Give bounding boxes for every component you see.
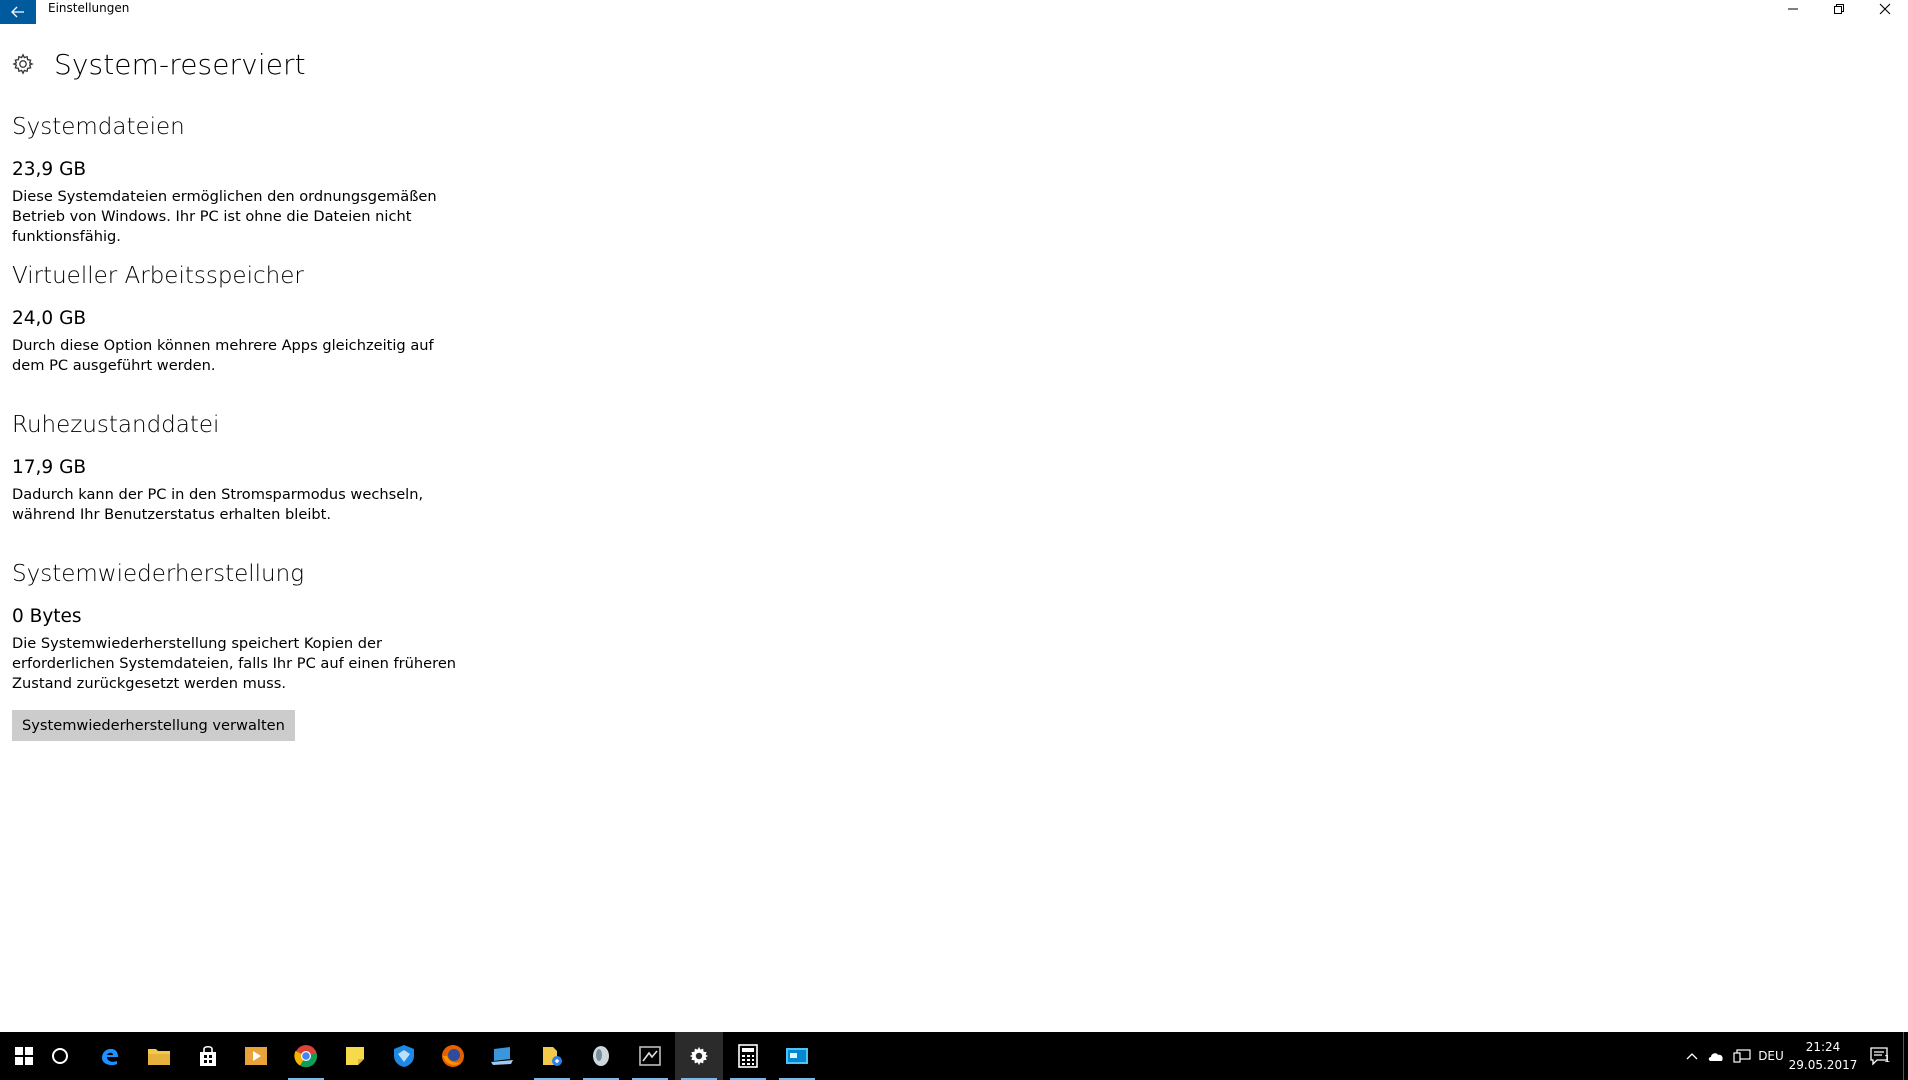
taskbar-laptop-app[interactable] [478,1032,526,1080]
taskbar-calculator[interactable] [724,1032,772,1080]
taskbar-store[interactable] [184,1032,232,1080]
taskbar-firefox[interactable] [429,1032,477,1080]
back-arrow-icon [11,6,24,18]
settings-icon [689,1046,709,1066]
language-indicator: DEU [1758,1049,1784,1063]
section-size: 17,9 GB [12,457,87,478]
remote-desktop-icon [786,1048,808,1064]
store-bag-icon [200,1045,216,1066]
restore-button[interactable] [1816,0,1862,18]
taskbar-file-app[interactable] [528,1032,576,1080]
title-bar: Einstellungen [0,0,1908,24]
chevron-up-icon [1686,1053,1698,1060]
notification-count: 1 [1884,1054,1891,1065]
section-size: 23,9 GB [12,159,87,180]
clock-date: 29.05.2017 [1788,1058,1858,1072]
chrome-icon [294,1045,318,1068]
file-app-icon [543,1047,562,1066]
section-size: 0 Bytes [12,606,82,627]
section-virtual-memory: Virtueller Arbeitsspeicher 24,0 GB Durch… [12,260,472,376]
taskbar-sticky-notes[interactable] [331,1032,379,1080]
taskbar-explorer[interactable] [135,1032,183,1080]
firefox-icon [442,1045,464,1067]
restore-icon [1834,4,1844,14]
cloud-icon [1708,1053,1723,1061]
gear-icon [12,53,34,75]
taskbar-shield-app[interactable] [380,1032,428,1080]
action-center-button[interactable]: 1 [1862,1032,1898,1080]
cortana-button[interactable] [36,1032,84,1080]
network-icon [1733,1049,1751,1063]
section-description: Diese Systemdateien ermöglichen den ordn… [12,188,437,245]
page-title: System-reserviert [54,47,306,81]
tray-onedrive[interactable] [1704,1032,1728,1080]
app-title: Einstellungen [48,1,130,15]
media-player-icon [245,1047,267,1065]
taskbar-window-app[interactable] [626,1032,674,1080]
taskbar-remote-desktop[interactable] [773,1032,821,1080]
section-size: 24,0 GB [12,308,87,329]
taskbar: DEU 21:24 29.05.2017 1 [0,1032,1908,1080]
section-title: Systemwiederherstellung [12,561,304,587]
section-hibernation-file: Ruhezustanddatei 17,9 GB Dadurch kann de… [12,409,472,525]
taskbar-edge[interactable] [86,1032,134,1080]
show-hidden-icons-button[interactable] [1682,1032,1702,1080]
section-title: Virtueller Arbeitsspeicher [12,263,304,289]
search-circle-icon [52,1048,68,1064]
window-app-icon [639,1046,661,1066]
windows-logo-icon [15,1047,33,1065]
minimize-button[interactable] [1770,0,1816,18]
manage-system-restore-button[interactable]: Systemwiederherstellung verwalten [12,710,295,741]
taskbar-settings[interactable] [675,1032,723,1080]
section-title: Systemdateien [12,114,185,140]
tray-network[interactable] [1730,1032,1754,1080]
shield-app-icon [394,1045,414,1067]
taskbar-clock[interactable]: 21:24 29.05.2017 [1788,1032,1858,1080]
section-description: Durch diese Option können mehrere Apps g… [12,337,434,374]
sticky-notes-icon [346,1047,364,1065]
taskbar-round-app[interactable] [577,1032,625,1080]
laptop-app-icon [491,1047,513,1065]
tray-language[interactable]: DEU [1756,1032,1786,1080]
section-title: Ruhezustanddatei [12,412,220,438]
calculator-icon [738,1044,758,1068]
clock-time: 21:24 [1805,1040,1841,1054]
round-app-icon [593,1046,609,1066]
edge-icon [102,1048,118,1066]
folder-icon [148,1049,170,1065]
section-system-files: Systemdateien 23,9 GB Diese Systemdateie… [12,111,472,247]
taskbar-chrome[interactable] [282,1032,330,1080]
section-description: Dadurch kann der PC in den Stromsparmodu… [12,486,424,523]
page-header: System-reserviert [12,44,306,84]
minimize-icon [1788,8,1798,10]
section-description: Die Systemwiederherstellung speichert Ko… [12,635,457,692]
back-button[interactable] [0,0,36,24]
section-system-restore: Systemwiederherstellung 0 Bytes Die Syst… [12,558,472,694]
show-desktop-divider[interactable] [1903,1032,1904,1080]
close-icon [1879,3,1891,15]
close-button[interactable] [1862,0,1908,18]
taskbar-media[interactable] [232,1032,280,1080]
